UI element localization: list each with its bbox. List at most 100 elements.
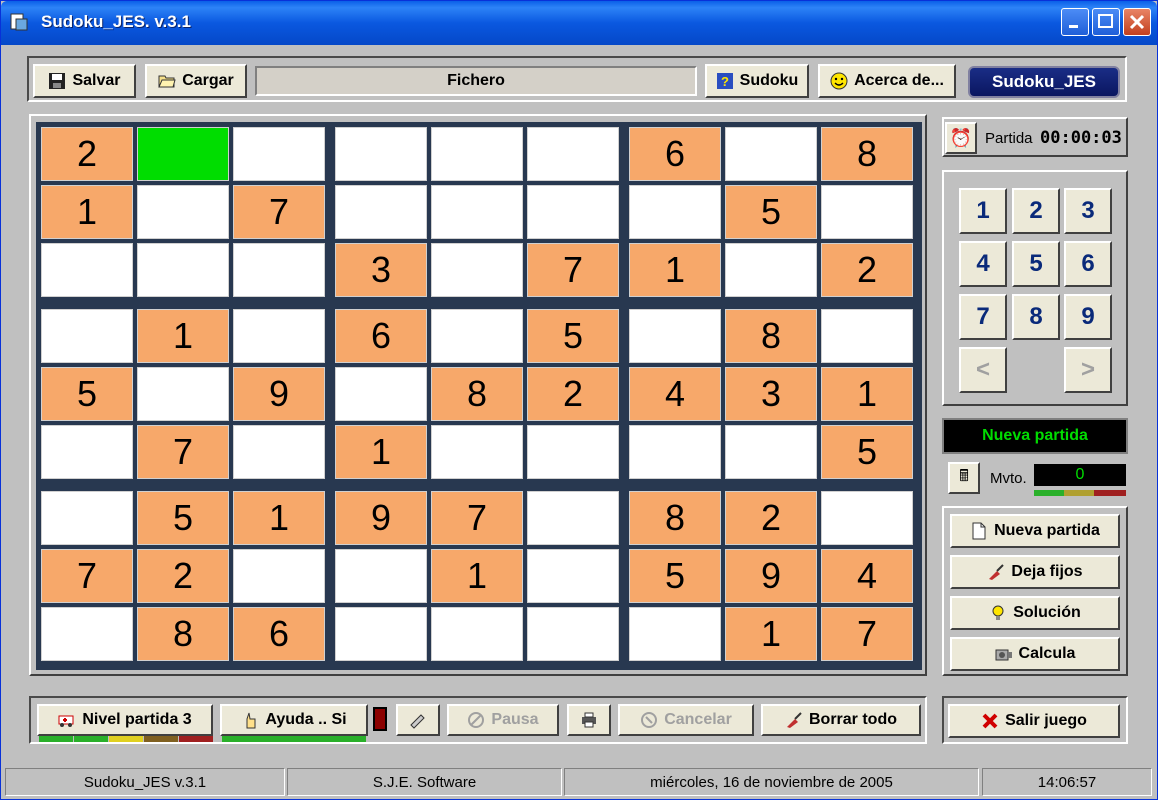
sudoku-cell[interactable]: 5	[725, 185, 817, 239]
numpad-button[interactable]: 4	[959, 241, 1007, 287]
sudoku-cell[interactable]	[527, 185, 619, 239]
sudoku-cell[interactable]: 8	[725, 309, 817, 363]
notes-button[interactable]	[396, 704, 440, 736]
leave-fixed-button[interactable]: Deja fijos	[950, 555, 1120, 589]
sudoku-cell[interactable]: 6	[629, 127, 721, 181]
sudoku-cell[interactable]	[431, 185, 523, 239]
sudoku-cell[interactable]: 1	[335, 425, 427, 479]
sudoku-cell[interactable]: 7	[137, 425, 229, 479]
sudoku-cell[interactable]	[725, 127, 817, 181]
sudoku-cell[interactable]: 8	[629, 491, 721, 545]
sudoku-cell[interactable]	[431, 309, 523, 363]
sudoku-cell[interactable]	[527, 127, 619, 181]
numpad-button[interactable]: 9	[1064, 294, 1112, 340]
sudoku-cell[interactable]	[629, 185, 721, 239]
sudoku-cell[interactable]	[527, 549, 619, 603]
clear-all-button[interactable]: Borrar todo	[761, 704, 921, 736]
numpad-button[interactable]: 8	[1012, 294, 1060, 340]
numpad-button[interactable]: 7	[959, 294, 1007, 340]
sudoku-cell[interactable]: 1	[233, 491, 325, 545]
sudoku-cell[interactable]	[233, 309, 325, 363]
sudoku-cell[interactable]	[431, 243, 523, 297]
sudoku-cell[interactable]: 2	[821, 243, 913, 297]
sudoku-cell[interactable]: 2	[527, 367, 619, 421]
sudoku-cell[interactable]	[233, 127, 325, 181]
sudoku-cell[interactable]: 7	[821, 607, 913, 661]
cancel-button[interactable]: Cancelar	[618, 704, 754, 736]
sudoku-cell[interactable]	[41, 425, 133, 479]
sudoku-cell[interactable]: 7	[527, 243, 619, 297]
numpad-button[interactable]: 3	[1064, 188, 1112, 234]
sudoku-cell[interactable]: 1	[629, 243, 721, 297]
sudoku-cell[interactable]	[335, 185, 427, 239]
sudoku-cell[interactable]	[137, 185, 229, 239]
sudoku-cell[interactable]: 1	[725, 607, 817, 661]
sudoku-cell[interactable]	[137, 243, 229, 297]
sudoku-cell[interactable]	[137, 367, 229, 421]
numpad-button[interactable]: 5	[1012, 241, 1060, 287]
sudoku-cell[interactable]	[821, 491, 913, 545]
sudoku-cell[interactable]	[725, 243, 817, 297]
numpad-button[interactable]: 2	[1012, 188, 1060, 234]
exit-button[interactable]: Salir juego	[948, 704, 1120, 738]
sudoku-cell[interactable]	[233, 549, 325, 603]
sudoku-cell[interactable]: 1	[431, 549, 523, 603]
sudoku-cell[interactable]: 7	[233, 185, 325, 239]
sudoku-cell[interactable]	[233, 243, 325, 297]
next-button[interactable]: >	[1064, 347, 1112, 393]
print-button[interactable]	[567, 704, 611, 736]
sudoku-cell[interactable]: 3	[725, 367, 817, 421]
sudoku-cell[interactable]	[821, 185, 913, 239]
pause-button[interactable]: Pausa	[447, 704, 559, 736]
sudoku-cell[interactable]: 9	[233, 367, 325, 421]
maximize-button[interactable]	[1092, 8, 1120, 36]
sudoku-cell[interactable]: 2	[137, 549, 229, 603]
sudoku-cell[interactable]: 4	[629, 367, 721, 421]
sudoku-cell[interactable]: 6	[233, 607, 325, 661]
sudoku-cell[interactable]	[527, 425, 619, 479]
numpad-button[interactable]: 1	[959, 188, 1007, 234]
sudoku-cell[interactable]	[335, 367, 427, 421]
sudoku-cell[interactable]: 1	[821, 367, 913, 421]
sudoku-cell[interactable]: 9	[335, 491, 427, 545]
sudoku-cell[interactable]: 8	[431, 367, 523, 421]
sudoku-cell[interactable]	[41, 607, 133, 661]
sudoku-cell[interactable]: 1	[137, 309, 229, 363]
sudoku-cell[interactable]	[431, 127, 523, 181]
sudoku-cell[interactable]: 2	[725, 491, 817, 545]
sudoku-cell[interactable]: 3	[335, 243, 427, 297]
minimize-button[interactable]	[1061, 8, 1089, 36]
sudoku-cell[interactable]: 8	[821, 127, 913, 181]
sudoku-cell[interactable]: 5	[821, 425, 913, 479]
sudoku-cell[interactable]	[527, 491, 619, 545]
sudoku-cell[interactable]: 7	[41, 549, 133, 603]
close-button[interactable]	[1123, 8, 1151, 36]
sudoku-cell[interactable]	[629, 607, 721, 661]
sudoku-cell[interactable]: 5	[527, 309, 619, 363]
sudoku-cell[interactable]: 8	[137, 607, 229, 661]
sudoku-cell[interactable]	[527, 607, 619, 661]
sudoku-cell[interactable]	[725, 425, 817, 479]
sudoku-cell[interactable]: 4	[821, 549, 913, 603]
solution-button[interactable]: Solución	[950, 596, 1120, 630]
sudoku-cell[interactable]: 2	[41, 127, 133, 181]
sudoku-cell[interactable]: 7	[431, 491, 523, 545]
save-button[interactable]: Salvar	[33, 64, 136, 98]
sudoku-cell[interactable]: 5	[629, 549, 721, 603]
sudoku-cell[interactable]	[41, 309, 133, 363]
sudoku-cell[interactable]	[821, 309, 913, 363]
about-button[interactable]: Acerca de...	[818, 64, 956, 98]
new-game-button[interactable]: Nueva partida	[950, 514, 1120, 548]
sudoku-cell[interactable]	[629, 425, 721, 479]
sudoku-cell[interactable]: 5	[41, 367, 133, 421]
sudoku-cell[interactable]	[335, 607, 427, 661]
sudoku-cell[interactable]: 6	[335, 309, 427, 363]
sudoku-cell[interactable]	[137, 127, 229, 181]
sudoku-cell[interactable]: 9	[725, 549, 817, 603]
sudoku-cell[interactable]	[431, 607, 523, 661]
numpad-button[interactable]: 6	[1064, 241, 1112, 287]
sudoku-cell[interactable]	[41, 491, 133, 545]
sudoku-cell[interactable]: 5	[137, 491, 229, 545]
level-button[interactable]: Nivel partida 3	[37, 704, 213, 736]
title-bar[interactable]: Sudoku_JES. v.3.1	[1, 1, 1157, 45]
